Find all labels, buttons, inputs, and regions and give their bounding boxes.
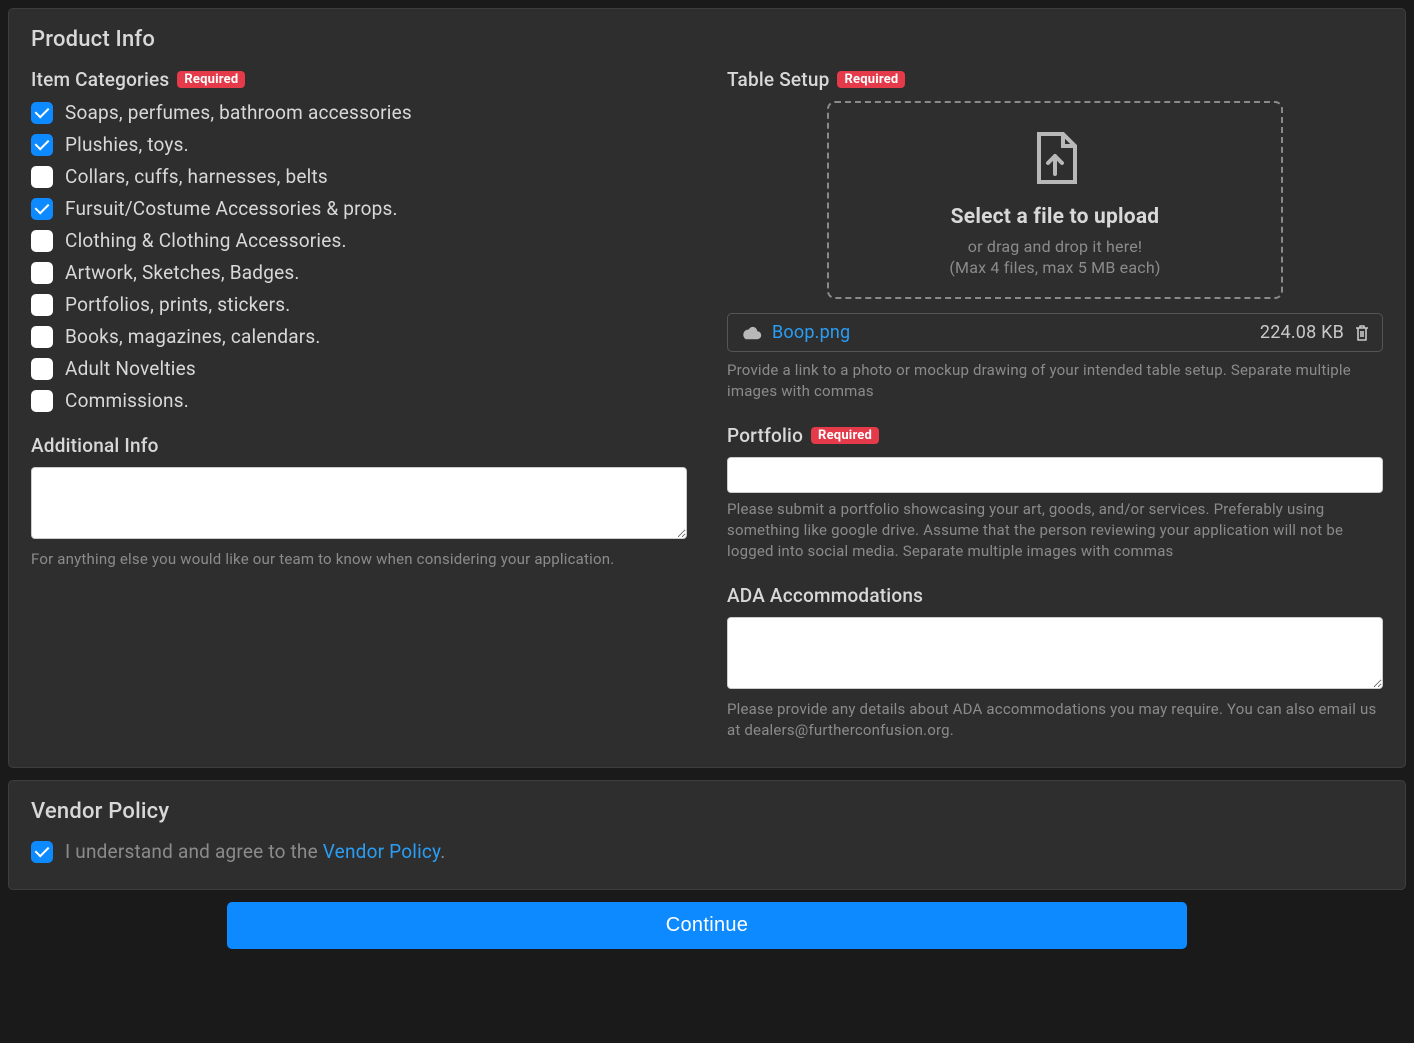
category-label: Portfolios, prints, stickers. bbox=[65, 293, 290, 316]
uploaded-file-list: Boop.png 224.08 KB bbox=[727, 313, 1383, 352]
vendor-policy-text: I understand and agree to the Vendor Pol… bbox=[65, 840, 445, 863]
additional-info-textarea[interactable] bbox=[31, 467, 687, 539]
file-upload-icon bbox=[849, 129, 1261, 191]
portfolio-help: Please submit a portfolio showcasing you… bbox=[727, 499, 1383, 562]
right-column: Table Setup Required Select a file to up… bbox=[727, 68, 1383, 741]
category-checkbox[interactable] bbox=[31, 390, 53, 412]
category-checkbox[interactable] bbox=[31, 134, 53, 156]
required-badge: Required bbox=[177, 71, 245, 88]
category-checkbox[interactable] bbox=[31, 326, 53, 348]
category-row[interactable]: Artwork, Sketches, Badges. bbox=[31, 261, 687, 284]
category-label: Adult Novelties bbox=[65, 357, 196, 380]
category-label: Plushies, toys. bbox=[65, 133, 189, 156]
portfolio-label: Portfolio bbox=[727, 424, 803, 447]
category-row[interactable]: Fursuit/Costume Accessories & props. bbox=[31, 197, 687, 220]
product-info-heading: Product Info bbox=[31, 27, 1383, 52]
item-categories-label: Item Categories bbox=[31, 68, 169, 91]
vendor-policy-link[interactable]: Vendor Policy bbox=[323, 840, 440, 863]
category-checkbox[interactable] bbox=[31, 166, 53, 188]
category-row[interactable]: Plushies, toys. bbox=[31, 133, 687, 156]
continue-button[interactable]: Continue bbox=[227, 902, 1187, 949]
category-row[interactable]: Clothing & Clothing Accessories. bbox=[31, 229, 687, 252]
uploaded-file-size: 224.08 KB bbox=[1260, 322, 1344, 343]
category-row[interactable]: Collars, cuffs, harnesses, belts bbox=[31, 165, 687, 188]
vendor-policy-agree-row[interactable]: I understand and agree to the Vendor Pol… bbox=[31, 840, 1383, 863]
category-checkbox[interactable] bbox=[31, 198, 53, 220]
required-badge: Required bbox=[811, 427, 879, 444]
category-label: Soaps, perfumes, bathroom accessories bbox=[65, 101, 412, 124]
category-label: Collars, cuffs, harnesses, belts bbox=[65, 165, 328, 188]
uploaded-file-name[interactable]: Boop.png bbox=[772, 322, 1250, 343]
table-setup-label-row: Table Setup Required bbox=[727, 68, 1383, 91]
category-checkbox[interactable] bbox=[31, 230, 53, 252]
dropzone-title: Select a file to upload bbox=[849, 205, 1261, 229]
additional-info-help: For anything else you would like our tea… bbox=[31, 549, 687, 570]
portfolio-label-row: Portfolio Required bbox=[727, 424, 1383, 447]
category-checkbox[interactable] bbox=[31, 358, 53, 380]
left-column: Item Categories Required Soaps, perfumes… bbox=[31, 68, 687, 741]
ada-help: Please provide any details about ADA acc… bbox=[727, 699, 1383, 741]
vendor-policy-suffix: . bbox=[440, 840, 445, 863]
category-row[interactable]: Adult Novelties bbox=[31, 357, 687, 380]
product-info-panel: Product Info Item Categories Required So… bbox=[8, 8, 1406, 768]
upload-dropzone[interactable]: Select a file to upload or drag and drop… bbox=[827, 101, 1283, 299]
category-row[interactable]: Commissions. bbox=[31, 389, 687, 412]
portfolio-input[interactable] bbox=[727, 457, 1383, 493]
vendor-policy-checkbox[interactable] bbox=[31, 841, 53, 863]
category-label: Books, magazines, calendars. bbox=[65, 325, 321, 348]
category-row[interactable]: Soaps, perfumes, bathroom accessories bbox=[31, 101, 687, 124]
category-row[interactable]: Portfolios, prints, stickers. bbox=[31, 293, 687, 316]
category-label: Artwork, Sketches, Badges. bbox=[65, 261, 300, 284]
category-label: Commissions. bbox=[65, 389, 189, 412]
trash-icon[interactable] bbox=[1354, 324, 1370, 342]
item-categories-label-row: Item Categories Required bbox=[31, 68, 687, 91]
cloud-icon bbox=[740, 325, 762, 341]
category-row[interactable]: Books, magazines, calendars. bbox=[31, 325, 687, 348]
ada-label: ADA Accommodations bbox=[727, 584, 1383, 607]
category-label: Clothing & Clothing Accessories. bbox=[65, 229, 347, 252]
dropzone-limit: (Max 4 files, max 5 MB each) bbox=[849, 258, 1261, 277]
continue-row: Continue bbox=[8, 902, 1406, 959]
ada-textarea[interactable] bbox=[727, 617, 1383, 689]
vendor-policy-panel: Vendor Policy I understand and agree to … bbox=[8, 780, 1406, 890]
table-setup-label: Table Setup bbox=[727, 68, 829, 91]
category-checkbox[interactable] bbox=[31, 262, 53, 284]
required-badge: Required bbox=[837, 71, 905, 88]
category-label: Fursuit/Costume Accessories & props. bbox=[65, 197, 398, 220]
vendor-policy-heading: Vendor Policy bbox=[31, 799, 1383, 824]
additional-info-label: Additional Info bbox=[31, 434, 687, 457]
vendor-policy-prefix: I understand and agree to the bbox=[65, 840, 323, 863]
uploaded-file-chip: Boop.png 224.08 KB bbox=[727, 313, 1383, 352]
table-setup-help: Provide a link to a photo or mockup draw… bbox=[727, 360, 1383, 402]
category-checkbox[interactable] bbox=[31, 102, 53, 124]
dropzone-subtitle: or drag and drop it here! bbox=[849, 237, 1261, 256]
category-checkbox[interactable] bbox=[31, 294, 53, 316]
item-categories-list: Soaps, perfumes, bathroom accessories Plu… bbox=[31, 101, 687, 412]
